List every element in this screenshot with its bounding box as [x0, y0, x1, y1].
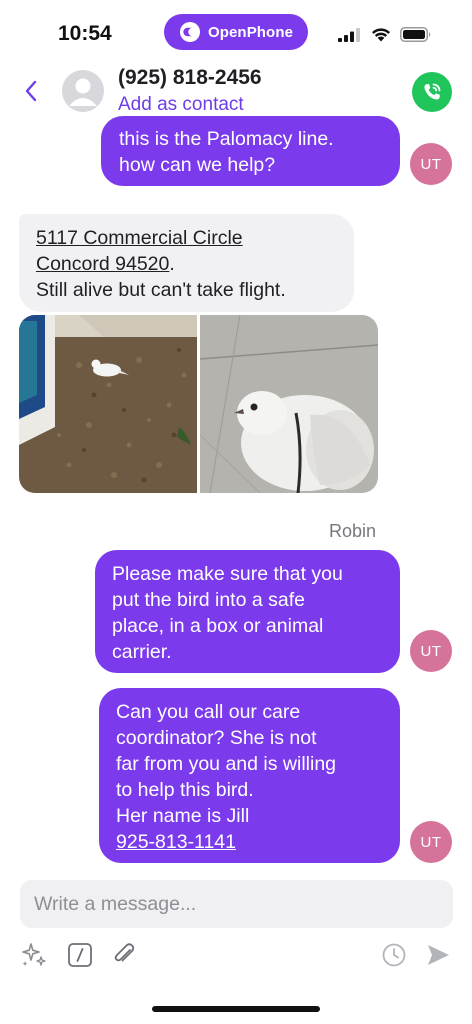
message-line: carrier.: [112, 641, 172, 663]
schedule-button[interactable]: [380, 941, 408, 969]
message-line: how can we help?: [119, 154, 276, 176]
address-suffix: .: [169, 253, 175, 275]
send-icon: [428, 945, 449, 965]
status-time: 10:54: [58, 22, 112, 45]
person-icon: [69, 78, 97, 106]
contact-avatar[interactable]: [62, 70, 104, 112]
battery-icon: [400, 27, 431, 42]
message-line: coordinator? She is not: [116, 727, 317, 749]
chevron-left-icon: [25, 80, 37, 102]
contact-number: (925) 818-2456: [118, 66, 262, 89]
user-avatar[interactable]: UT: [410, 821, 452, 863]
phone-line: 925-813-1141: [116, 829, 400, 855]
message-input[interactable]: [20, 880, 453, 928]
home-indicator: [152, 1006, 320, 1012]
message-line: Her name is Jill: [116, 805, 250, 827]
add-as-contact-link[interactable]: Add as contact: [118, 94, 244, 116]
ai-assist-button[interactable]: [20, 941, 48, 969]
wifi-icon: [372, 28, 390, 42]
phone-number-link[interactable]: 925-813-1141: [116, 831, 236, 853]
attach-button[interactable]: [110, 941, 138, 969]
paperclip-icon: [114, 943, 135, 962]
address-line: 5117 Commercial Circle: [36, 225, 354, 251]
snippet-button[interactable]: [66, 941, 94, 969]
message-line: put the bird into a safe: [112, 589, 305, 611]
address-link-line2[interactable]: Concord 94520: [36, 253, 169, 275]
address-line: Concord 94520.: [36, 251, 354, 277]
message-line: far from you and is willing: [116, 753, 337, 775]
brand-name: OpenPhone: [207, 23, 294, 41]
message-line: Still alive but can't take flight.: [36, 279, 286, 301]
pigeon-closeup-photo[interactable]: [200, 315, 378, 493]
conversation-header: (925) 818-2456 Add as contact: [0, 62, 472, 118]
call-button[interactable]: [412, 72, 452, 112]
message-line: Can you call our care: [116, 701, 301, 723]
openphone-logo-icon: [179, 22, 200, 42]
message-composer: [20, 880, 453, 928]
back-button[interactable]: [20, 78, 42, 104]
user-avatar[interactable]: UT: [410, 143, 452, 185]
message-line: to help this bird.: [116, 779, 254, 801]
message-line: this is the Palomacy line.: [119, 128, 334, 150]
sender-name: Robin: [329, 521, 377, 541]
photo-image: [200, 315, 378, 493]
cellular-signal-icon: [338, 28, 360, 42]
message-line: place, in a box or animal: [112, 615, 324, 637]
photo-image: [19, 315, 197, 493]
message-bubble-outgoing[interactable]: this is the Palomacy line. how can we he…: [101, 116, 400, 186]
openphone-badge[interactable]: OpenPhone: [164, 14, 308, 50]
address-link-line1[interactable]: 5117 Commercial Circle: [36, 227, 243, 249]
phone-call-icon: [424, 83, 441, 100]
status-bar: 10:54 OpenPhone: [0, 0, 472, 62]
user-avatar[interactable]: UT: [410, 630, 452, 672]
clock-icon: [382, 943, 406, 967]
message-line: Please make sure that you: [112, 563, 343, 585]
message-bubble-outgoing[interactable]: Please make sure that you put the bird i…: [95, 550, 400, 673]
pigeon-on-mulch-photo[interactable]: [19, 315, 197, 493]
send-button[interactable]: [424, 941, 452, 969]
message-bubble-outgoing[interactable]: Can you call our care coordinator? She i…: [99, 688, 400, 863]
snippet-icon: [68, 943, 92, 967]
message-bubble-incoming[interactable]: 5117 Commercial Circle Concord 94520. St…: [19, 214, 354, 312]
sparkle-icon: [22, 943, 46, 966]
